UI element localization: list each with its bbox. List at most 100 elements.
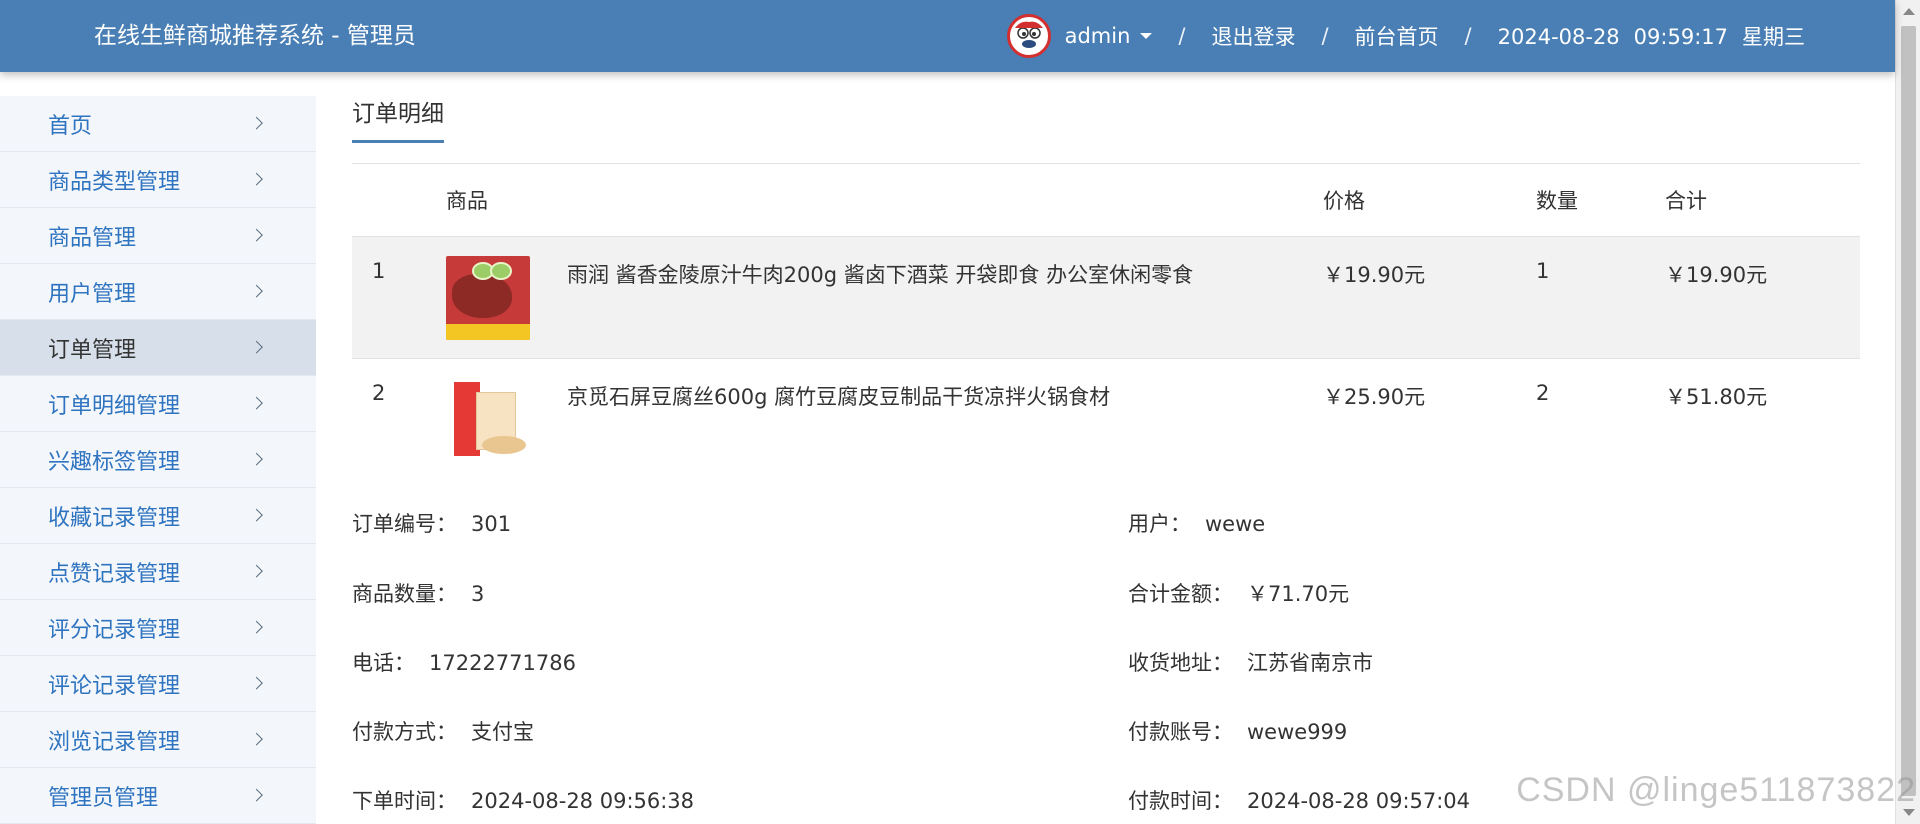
header-price: 价格 [1323, 189, 1365, 213]
scroll-thumb[interactable] [1901, 26, 1916, 796]
top-header: 在线生鲜商城推荐系统 - 管理员 admin / 退出登录 / 前台首页 / 2… [0, 0, 1895, 72]
order-items-table: 商品 价格 数量 合计 1 雨润 酱香金陵原汁牛肉200g 酱卤下酒菜 开袋即食… [352, 164, 1860, 480]
detail-address: 收货地址： 江苏省南京市 [1128, 647, 1373, 677]
sidebar-item-label: 评论记录管理 [48, 673, 181, 699]
detail-user: 用户： wewe [1128, 508, 1265, 538]
detail-value: 江苏省南京市 [1247, 651, 1373, 675]
sidebar-item-order-details[interactable]: 订单明细管理 [0, 376, 316, 432]
chevron-right-icon [250, 452, 263, 465]
header-separator: / [1178, 24, 1186, 48]
detail-value: wewe [1205, 512, 1266, 536]
product-image[interactable] [446, 378, 530, 462]
table-row: 2 京觅石屏豆腐丝600g 腐竹豆腐皮豆制品干货凉拌火锅食材 ￥25.90元 2… [352, 358, 1860, 480]
chevron-right-icon [250, 732, 263, 745]
sidebar-item-products[interactable]: 商品管理 [0, 208, 316, 264]
sidebar-item-label: 用户管理 [48, 281, 137, 307]
detail-pay-time: 付款时间： 2024-08-28 09:57:04 [1128, 785, 1470, 815]
csdn-watermark: CSDN @linge511873822 [1516, 771, 1916, 809]
product-image[interactable] [446, 256, 530, 340]
sidebar-item-label: 首页 [48, 113, 93, 139]
product-price: ￥19.90元 [1323, 263, 1426, 287]
detail-order-no: 订单编号： 301 [352, 508, 511, 538]
detail-label: 付款账号： [1128, 720, 1233, 744]
sidebar-item-label: 点赞记录管理 [48, 561, 181, 587]
current-time: 09:59:17 [1633, 25, 1728, 49]
chevron-right-icon [250, 228, 263, 241]
detail-label: 收货地址： [1128, 651, 1233, 675]
detail-pay-account: 付款账号： wewe999 [1128, 716, 1347, 746]
current-datetime: 2024-08-28 09:59:17 星期三 [1498, 21, 1805, 51]
tofu-product-image [446, 378, 530, 462]
sidebar-item-label: 兴趣标签管理 [48, 449, 181, 475]
detail-value: 2024-08-28 09:56:38 [471, 789, 695, 813]
sidebar-item-likes[interactable]: 点赞记录管理 [0, 544, 316, 600]
scroll-up-icon[interactable] [1903, 8, 1915, 15]
tab-order-details[interactable]: 订单明细 [352, 94, 444, 143]
detail-label: 合计金额： [1128, 582, 1233, 606]
chevron-right-icon [250, 284, 263, 297]
product-qty: 2 [1536, 381, 1550, 405]
tab-bar: 订单明细 [352, 72, 1860, 164]
sidebar-item-label: 管理员管理 [48, 785, 159, 811]
page-scrollbar[interactable] [1895, 0, 1920, 824]
product-name: 雨润 酱香金陵原汁牛肉200g 酱卤下酒菜 开袋即食 办公室休闲零食 [567, 263, 1194, 287]
detail-pay-method: 付款方式： 支付宝 [352, 716, 534, 746]
table-row: 1 雨润 酱香金陵原汁牛肉200g 酱卤下酒菜 开袋即食 办公室休闲零食 ￥19… [352, 236, 1860, 358]
sidebar-item-browse-history[interactable]: 浏览记录管理 [0, 712, 316, 768]
sidebar-item-label: 订单管理 [48, 337, 137, 363]
sidebar-item-ratings[interactable]: 评分记录管理 [0, 600, 316, 656]
front-home-link[interactable]: 前台首页 [1355, 21, 1439, 51]
detail-value: 17222771786 [429, 651, 576, 675]
row-index: 1 [372, 259, 386, 283]
caret-down-icon [1140, 33, 1153, 39]
detail-order-time: 下单时间： 2024-08-28 09:56:38 [352, 785, 694, 815]
chevron-right-icon [250, 788, 263, 801]
beef-product-image [446, 256, 530, 340]
current-date: 2024-08-28 [1497, 25, 1620, 49]
detail-total-amount: 合计金额： ￥71.70元 [1128, 578, 1349, 608]
sidebar-item-orders[interactable]: 订单管理 [0, 320, 316, 376]
sidebar-item-product-types[interactable]: 商品类型管理 [0, 152, 316, 208]
detail-value: 2024-08-28 09:57:04 [1247, 789, 1471, 813]
sidebar-item-favorites[interactable]: 收藏记录管理 [0, 488, 316, 544]
detail-value: 301 [471, 512, 512, 536]
header-separator: / [1464, 24, 1472, 48]
chevron-right-icon [250, 340, 263, 353]
chevron-right-icon [250, 564, 263, 577]
detail-label: 订单编号： [352, 512, 457, 536]
app-title: 在线生鲜商城推荐系统 - 管理员 [94, 23, 416, 49]
header-qty: 数量 [1536, 189, 1578, 213]
sidebar-item-label: 订单明细管理 [48, 393, 181, 419]
header-separator: / [1321, 24, 1329, 48]
sidebar-item-comments[interactable]: 评论记录管理 [0, 656, 316, 712]
product-name: 京觅石屏豆腐丝600g 腐竹豆腐皮豆制品干货凉拌火锅食材 [567, 385, 1111, 409]
chevron-right-icon [250, 508, 263, 521]
detail-value: ￥71.70元 [1247, 582, 1350, 606]
header-product: 商品 [446, 189, 488, 213]
sidebar-item-home[interactable]: 首页 [0, 96, 316, 152]
detail-label: 电话： [352, 651, 415, 675]
logout-link[interactable]: 退出登录 [1211, 21, 1295, 51]
table-header: 商品 价格 数量 合计 [352, 164, 1860, 236]
scroll-down-icon[interactable] [1903, 809, 1915, 816]
current-weekday: 星期三 [1742, 25, 1805, 49]
chevron-right-icon [250, 620, 263, 633]
product-qty: 1 [1536, 259, 1550, 283]
avatar-icon[interactable] [1006, 14, 1051, 58]
detail-value: 3 [471, 582, 485, 606]
username-label: admin [1064, 24, 1131, 48]
header-total: 合计 [1665, 189, 1707, 213]
detail-label: 付款时间： [1128, 789, 1233, 813]
product-price: ￥25.90元 [1323, 385, 1426, 409]
chevron-right-icon [250, 172, 263, 185]
user-menu-dropdown[interactable]: admin [1065, 24, 1153, 48]
sidebar-item-label: 浏览记录管理 [48, 729, 181, 755]
user-area: admin / 退出登录 / 前台首页 / 2024-08-28 09:59:17… [1006, 0, 1805, 72]
sidebar-item-users[interactable]: 用户管理 [0, 264, 316, 320]
row-index: 2 [372, 381, 386, 405]
chevron-right-icon [250, 116, 263, 129]
sidebar-item-label: 商品类型管理 [48, 169, 181, 195]
sidebar-item-admins[interactable]: 管理员管理 [0, 768, 316, 824]
product-total: ￥19.90元 [1665, 263, 1768, 287]
sidebar-item-interest-tags[interactable]: 兴趣标签管理 [0, 432, 316, 488]
